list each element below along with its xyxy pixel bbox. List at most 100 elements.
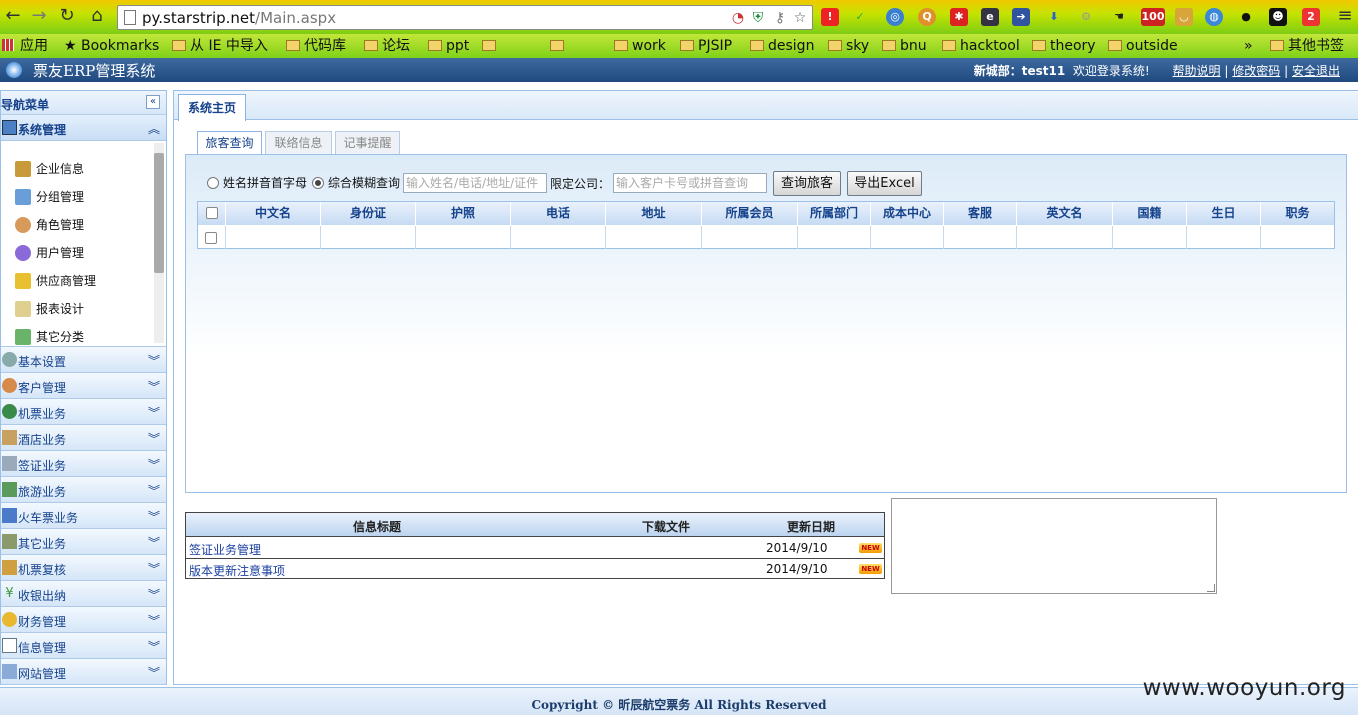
column-header[interactable]: 英文名	[1017, 202, 1113, 225]
bookmark-folder[interactable]: ppt	[428, 37, 469, 55]
radio-fuzzy-option[interactable]: 综合模糊查询	[312, 175, 400, 191]
tab-home[interactable]: 系统主页	[178, 94, 246, 121]
tab-contact-info[interactable]: 联络信息	[265, 131, 332, 154]
export-excel-button[interactable]: 导出Excel	[847, 171, 922, 196]
bookmark-folder[interactable]: PJSIP	[680, 37, 732, 55]
select-all-checkbox[interactable]	[205, 207, 218, 219]
search-passenger-button[interactable]: 查询旅客	[773, 171, 841, 196]
tab-passenger-query[interactable]: 旅客查询	[197, 131, 262, 154]
column-header[interactable]: 所属部门	[798, 202, 871, 225]
check-icon[interactable]: ✓	[851, 8, 869, 26]
globe-icon[interactable]: ◍	[1205, 8, 1223, 26]
radio-fuzzy[interactable]	[312, 177, 324, 189]
shield-icon[interactable]: ⛨	[750, 10, 766, 26]
bookmark-folder[interactable]: 从 IE 中导入	[172, 37, 268, 55]
forward-icon[interactable]: →	[28, 5, 50, 27]
bookmark-folder[interactable]: bnu	[882, 37, 927, 55]
bookmark-folder[interactable]: 论坛	[364, 37, 410, 55]
bookmark-folder[interactable]: sky	[828, 37, 869, 55]
ext-arrow-icon[interactable]: ➔	[1012, 8, 1030, 26]
column-header[interactable]: 地址	[606, 202, 702, 225]
sidebar-item-groups[interactable]: 分组管理	[15, 186, 84, 208]
sidebar-section-finance[interactable]: 财务管理 ︾	[1, 607, 166, 633]
menu-icon[interactable]: ≡	[1334, 5, 1356, 27]
sidebar-section-ticket-review[interactable]: 机票复核 ︾	[1, 555, 166, 581]
mask-icon[interactable]: ☻	[1269, 8, 1287, 26]
home-icon[interactable]: ⌂	[86, 5, 108, 27]
column-header[interactable]: 国籍	[1113, 202, 1187, 225]
sidebar-item-other-categories[interactable]: 其它分类	[15, 326, 84, 346]
bookmark-apps[interactable]: 应用	[2, 37, 48, 55]
fuzzy-search-input[interactable]	[403, 173, 547, 193]
address-bar[interactable]: py.starstrip.net/Main.aspx ◔ ⛨ ⚷ ☆	[117, 5, 813, 30]
tab-memo-reminder[interactable]: 记事提醒	[335, 131, 400, 154]
back-icon[interactable]: ←	[2, 5, 24, 27]
sidebar-item-roles[interactable]: 角色管理	[15, 214, 84, 236]
bookmark-folder[interactable]: design	[750, 37, 814, 55]
sidebar-section-system[interactable]: 系统管理 ︽	[1, 115, 166, 141]
radio-pinyin[interactable]	[207, 177, 219, 189]
sidebar-section-hotels[interactable]: 酒店业务 ︾	[1, 425, 166, 451]
mail-icon[interactable]: 100	[1141, 8, 1165, 26]
ext-clock-icon[interactable]: ◔	[730, 10, 746, 26]
row-checkbox[interactable]	[205, 232, 217, 244]
help-link[interactable]: 帮助说明	[1173, 64, 1221, 78]
gear-icon[interactable]: ⚙	[1077, 8, 1095, 26]
sidebar-section-information[interactable]: 信息管理 ︾	[1, 633, 166, 659]
key-icon[interactable]: ⚷	[772, 10, 788, 26]
sidebar-section-cashier[interactable]: ¥ 收银出纳 ︾	[1, 581, 166, 607]
bookmark-folder[interactable]: work	[614, 37, 666, 55]
info-title-link[interactable]: 签证业务管理	[189, 541, 261, 558]
sidebar-section-travel[interactable]: 旅游业务 ︾	[1, 477, 166, 503]
notes-textarea[interactable]	[891, 498, 1217, 594]
download-icon[interactable]: ⬇	[1045, 8, 1063, 26]
column-header[interactable]: 成本中心	[871, 202, 944, 225]
sidebar-section-air-tickets[interactable]: 机票业务 ︾	[1, 399, 166, 425]
sidebar-section-website[interactable]: 网站管理 ︾	[1, 659, 166, 685]
hand-icon[interactable]: ☚	[1110, 8, 1128, 26]
sidebar-section-visa[interactable]: 签证业务 ︾	[1, 451, 166, 477]
resize-grip-icon[interactable]	[1207, 584, 1215, 592]
column-header[interactable]: 护照	[416, 202, 511, 225]
info-title-link[interactable]: 版本更新注意事项	[189, 562, 285, 579]
bookmark-folder[interactable]: hacktool	[942, 37, 1020, 55]
ext-q-icon[interactable]: Q	[918, 8, 936, 26]
ext-asterisk-icon[interactable]: ✱	[950, 8, 968, 26]
bookmarks-overflow[interactable]: »	[1244, 37, 1253, 55]
column-header[interactable]: 职务	[1261, 202, 1334, 225]
sidebar-section-basic-settings[interactable]: 基本设置 ︾	[1, 347, 166, 373]
company-search-input[interactable]	[613, 173, 767, 193]
alert-icon[interactable]: !	[821, 8, 839, 26]
column-header[interactable]: 生日	[1187, 202, 1261, 225]
ext-e-icon[interactable]: e	[981, 8, 999, 26]
column-header[interactable]: 客服	[944, 202, 1017, 225]
change-password-link[interactable]: 修改密码	[1232, 64, 1280, 78]
lock-icon[interactable]: ●	[1237, 8, 1255, 26]
bookmark-other[interactable]: 其他书签	[1270, 37, 1344, 55]
star-icon[interactable]: ☆	[792, 10, 808, 26]
collapse-sidebar-button[interactable]: «	[146, 95, 160, 109]
bookmark-folder[interactable]: 代码库	[286, 37, 346, 55]
column-header[interactable]: 所属会员	[702, 202, 798, 225]
bookmark-folder[interactable]	[550, 37, 568, 55]
column-header[interactable]: 中文名	[226, 202, 321, 225]
bookmark-folder[interactable]	[482, 37, 500, 55]
logout-link[interactable]: 安全退出	[1292, 64, 1340, 78]
sidebar-item-reports[interactable]: 报表设计	[15, 298, 84, 320]
ext-badge-icon[interactable]: 2	[1302, 8, 1320, 26]
sidebar-scrollbar-thumb[interactable]	[154, 153, 164, 273]
bookmark-bookmarks[interactable]: ★ Bookmarks	[64, 37, 159, 55]
ext-circle-icon[interactable]: ◎	[886, 8, 904, 26]
sidebar-section-other-business[interactable]: 其它业务 ︾	[1, 529, 166, 555]
column-header[interactable]: 电话	[511, 202, 606, 225]
reload-icon[interactable]: ↻	[56, 5, 78, 27]
column-header[interactable]: 身份证	[321, 202, 416, 225]
sidebar-item-company[interactable]: 企业信息	[15, 158, 84, 180]
radio-pinyin-option[interactable]: 姓名拼音首字母	[207, 175, 307, 191]
bookmark-folder[interactable]: outside	[1108, 37, 1178, 55]
sidebar-section-train[interactable]: 火车票业务 ︾	[1, 503, 166, 529]
basket-icon[interactable]: ◡	[1175, 8, 1193, 26]
sidebar-item-suppliers[interactable]: 供应商管理	[15, 270, 96, 292]
sidebar-item-users[interactable]: 用户管理	[15, 242, 84, 264]
sidebar-section-customers[interactable]: 客户管理 ︾	[1, 373, 166, 399]
